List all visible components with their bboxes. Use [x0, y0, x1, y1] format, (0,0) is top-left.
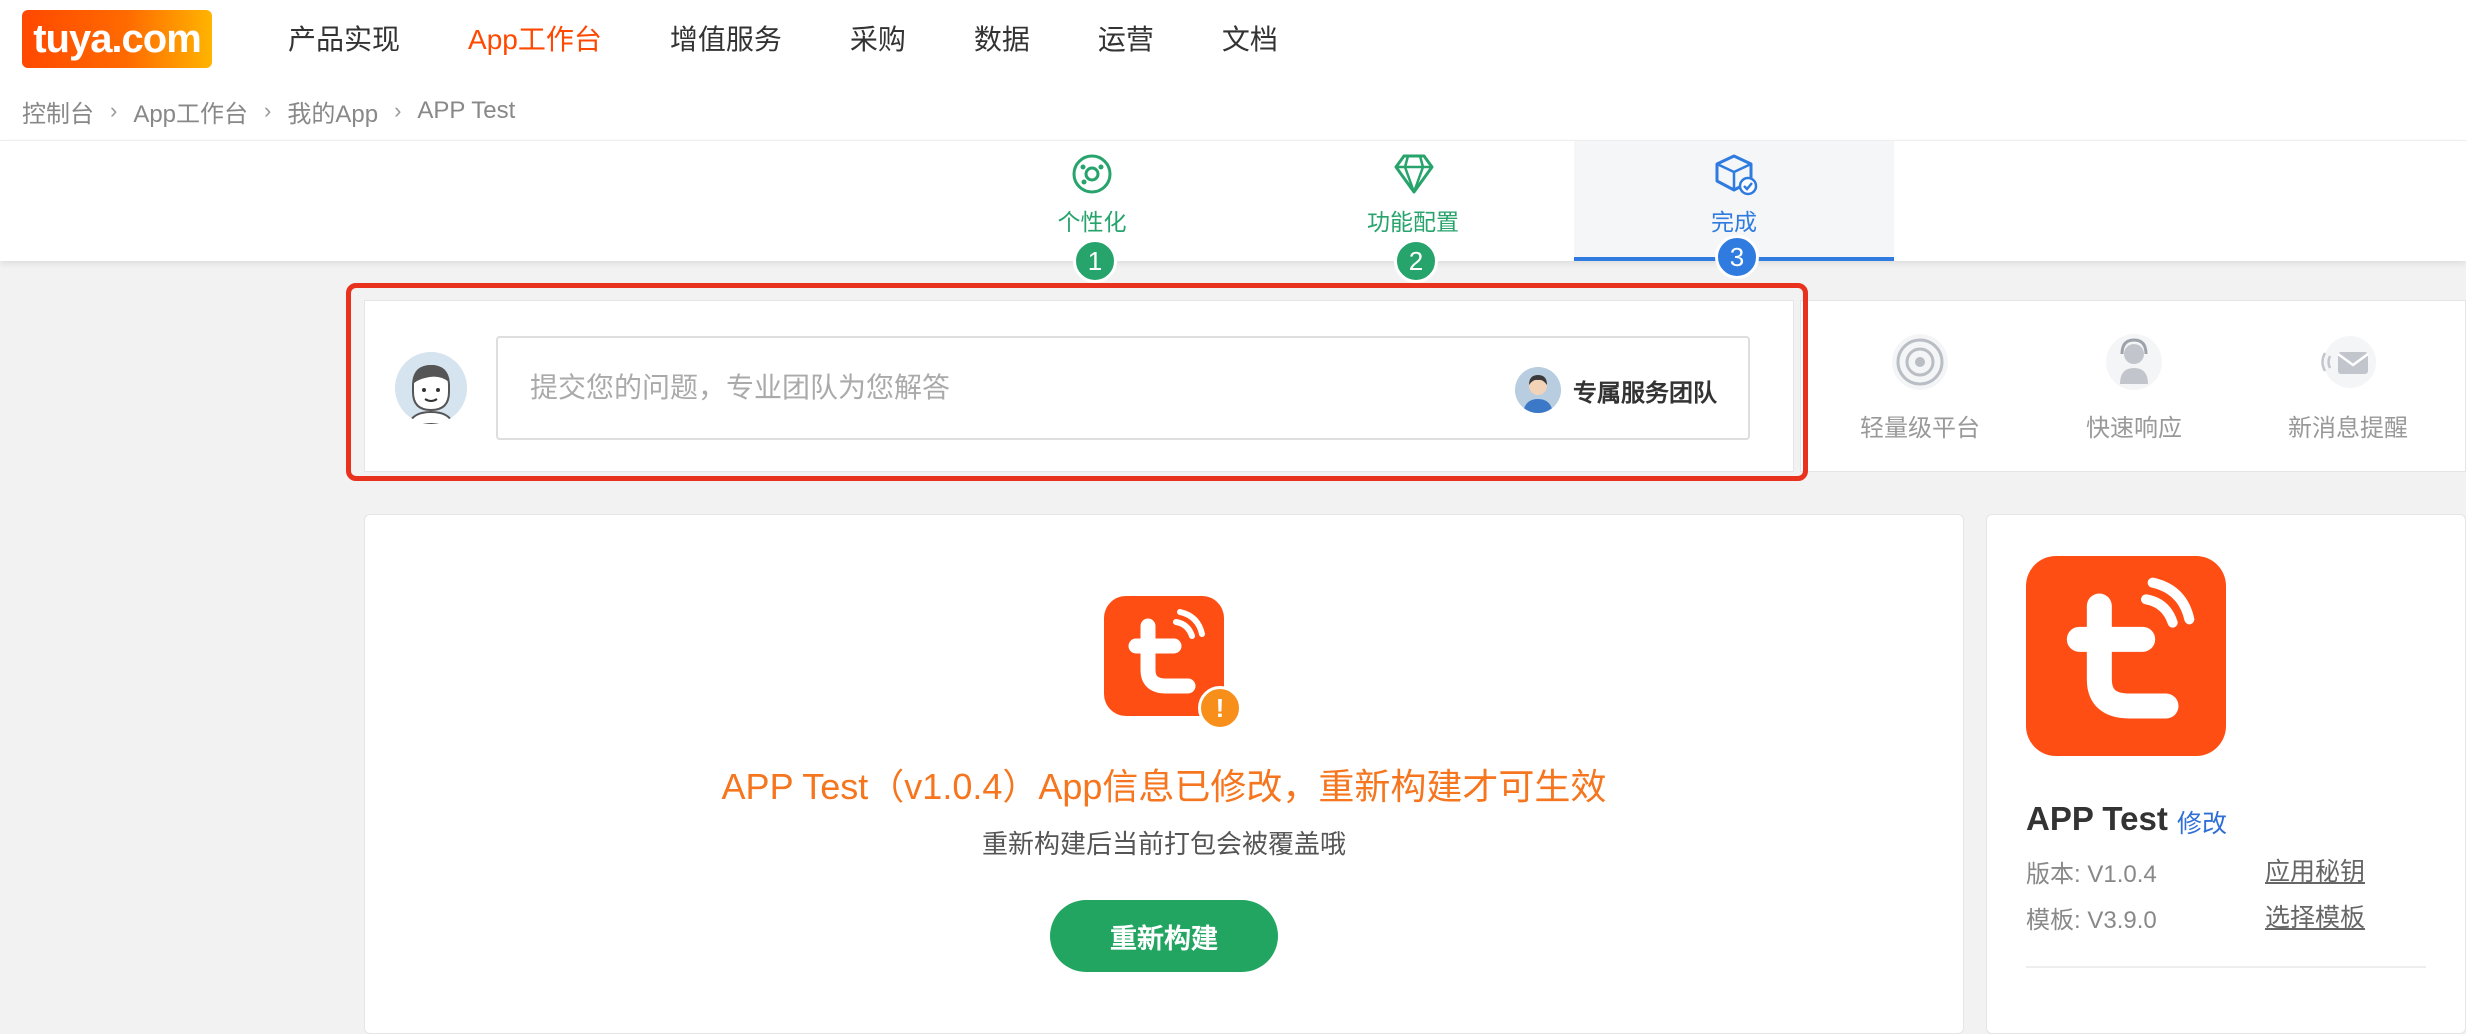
breadcrumb-my-app[interactable]: 我的App: [287, 94, 378, 129]
nav-item-value-added[interactable]: 增值服务: [670, 18, 782, 62]
breadcrumb-separator: ›: [110, 98, 118, 123]
step-label: 个性化: [1057, 209, 1127, 235]
breadcrumb-separator: ›: [264, 98, 272, 123]
app-template-version: 模板: V3.9.0: [2026, 907, 2157, 934]
feature-fast-response: 快速响应: [2034, 330, 2234, 443]
step-number: 3: [1715, 235, 1759, 279]
nav-item-purchase[interactable]: 采购: [850, 18, 906, 62]
rebuild-warning-title: APP Test（v1.0.4）App信息已修改，重新构建才可生效: [721, 766, 1607, 807]
agent-icon: [1515, 367, 1561, 413]
nav-item-product[interactable]: 产品实现: [288, 18, 400, 62]
app-secret-link[interactable]: 应用秘钥: [2265, 852, 2365, 888]
team-label: 专属服务团队: [1573, 379, 1717, 407]
step-complete[interactable]: 完成 3: [1574, 141, 1894, 279]
diamond-icon: [1394, 154, 1434, 194]
nav-item-app-workbench[interactable]: App工作台: [468, 18, 602, 62]
feature-label: 轻量级平台: [1860, 415, 1980, 442]
app-name: APP Test: [2026, 800, 2168, 837]
user-avatar-icon: [395, 352, 467, 424]
edit-app-link[interactable]: 修改: [2177, 804, 2227, 840]
breadcrumb-console[interactable]: 控制台: [22, 94, 94, 129]
breadcrumb-app-workbench[interactable]: App工作台: [133, 94, 248, 129]
app-icon-large: [2026, 556, 2226, 756]
select-template-link[interactable]: 选择模板: [2265, 898, 2365, 934]
breadcrumb-separator: ›: [394, 98, 402, 123]
step-number: 1: [1073, 239, 1117, 283]
tuya-logo[interactable]: tuya.com: [22, 10, 212, 68]
step-bar: 个性化 1 功能配置 2 完成 3: [0, 140, 2466, 283]
step-personalize[interactable]: 个性化 1: [932, 141, 1252, 283]
dedicated-service-team[interactable]: 专属服务团队: [1515, 366, 1717, 414]
breadcrumb-current-app: APP Test: [417, 97, 516, 124]
step-number: 2: [1394, 239, 1438, 283]
divider: [2026, 966, 2426, 968]
box-check-icon: [1715, 154, 1758, 196]
nav-item-operations[interactable]: 运营: [1098, 18, 1154, 62]
warning-icon: !: [1198, 686, 1242, 730]
nav-item-data[interactable]: 数据: [974, 18, 1030, 62]
step-label: 完成: [1711, 209, 1757, 235]
target-icon: [1892, 334, 1948, 390]
user-avatar: [395, 352, 467, 424]
nav-item-docs[interactable]: 文档: [1222, 18, 1278, 62]
tuya-app-icon: [2066, 577, 2195, 719]
feature-lightweight-platform: 轻量级平台: [1820, 330, 2020, 443]
main-nav: 产品实现 App工作台 增值服务 采购 数据 运营 文档: [288, 18, 1346, 62]
message-bell-icon: [2321, 336, 2376, 388]
feature-label: 新消息提醒: [2288, 415, 2408, 442]
palette-gear-icon: [1072, 154, 1112, 194]
breadcrumb: 控制台 › App工作台 › 我的App › APP Test: [22, 94, 516, 129]
support-agent-icon: [2106, 334, 2162, 390]
feature-new-message-alert: 新消息提醒: [2248, 330, 2448, 443]
rebuild-warning-subtitle: 重新构建后当前打包会被覆盖哦: [981, 829, 1346, 859]
top-bar: tuya.com 产品实现 App工作台 增值服务 采购 数据 运营 文档 控制…: [0, 0, 2466, 140]
rebuild-button[interactable]: 重新构建: [1050, 900, 1278, 972]
step-feature-config[interactable]: 功能配置 2: [1253, 141, 1573, 283]
step-label: 功能配置: [1367, 209, 1459, 235]
feature-label: 快速响应: [2086, 415, 2182, 442]
service-agent-avatar: [1515, 367, 1561, 413]
app-version: 版本: V1.0.4: [2026, 861, 2157, 888]
